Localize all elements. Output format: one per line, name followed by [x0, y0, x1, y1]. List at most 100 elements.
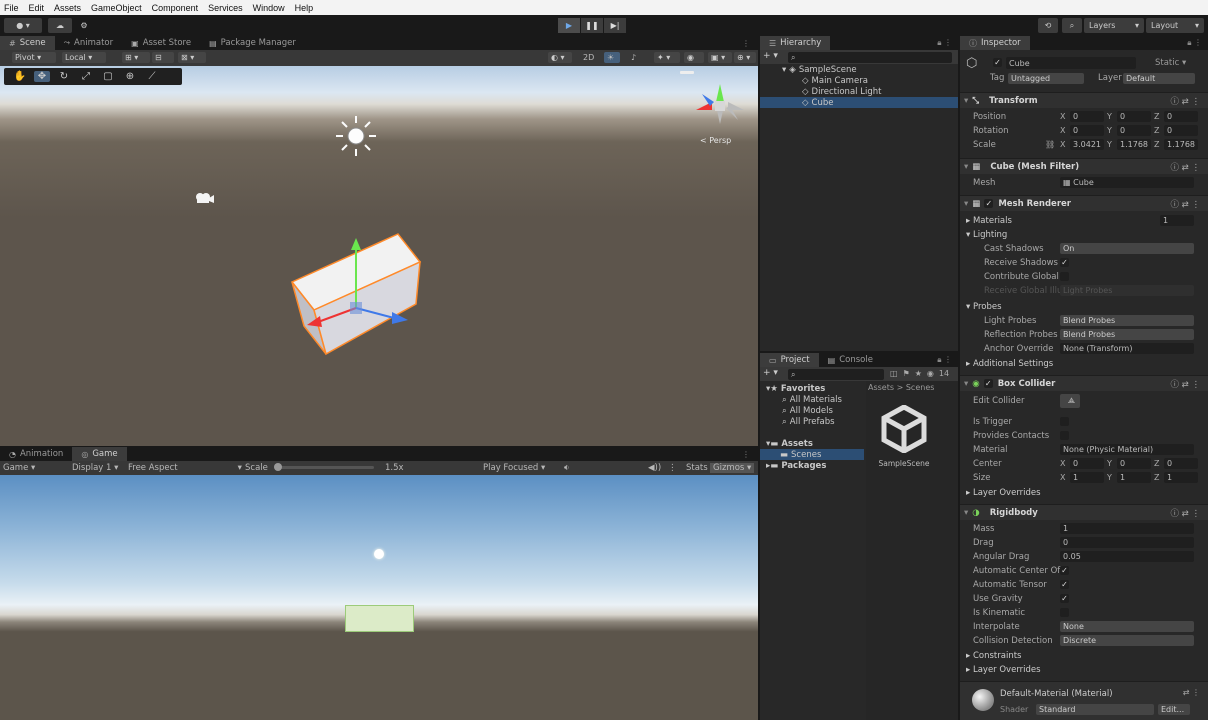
box-collider-enabled-checkbox[interactable]: ✓ — [983, 379, 993, 388]
scene-viewport[interactable]: ✋ ✥ ↻ ⤢ ▢ ⊕ ⟋ < Persp — [0, 66, 758, 446]
is-trigger-checkbox[interactable] — [1060, 417, 1069, 426]
menu-component[interactable]: Component — [152, 3, 199, 13]
center-x-input[interactable]: 0 — [1070, 458, 1104, 469]
unity-scene-icon[interactable] — [880, 405, 928, 453]
is-kinematic-checkbox[interactable] — [1060, 608, 1069, 617]
materials-count[interactable]: 1 — [1160, 215, 1194, 226]
component-menu-icons[interactable]: ⇄ ⋮ — [1183, 688, 1200, 697]
mesh-renderer-header[interactable]: ▾ ▦ ✓ Mesh Renderer ⓘ ⇄ ⋮ — [960, 195, 1208, 211]
tab-project[interactable]: ▭ Project — [760, 353, 819, 367]
menu-services[interactable]: Services — [208, 3, 243, 13]
lock-icon[interactable]: 🔒︎ ⋮ — [931, 36, 958, 50]
aspect-dropdown[interactable]: Free Aspect ▾ — [128, 463, 242, 473]
menu-help[interactable]: Help — [295, 3, 314, 13]
favorite-all-prefabs[interactable]: ⌕ All Prefabs — [760, 416, 864, 427]
collab-button[interactable]: ⚙ — [76, 18, 92, 33]
edit-collider-button[interactable]: ⟁ — [1060, 394, 1080, 408]
filter-type-icon[interactable]: ◫ — [890, 369, 898, 378]
drag-input[interactable]: 0 — [1060, 537, 1194, 548]
effects-dropdown[interactable]: ✦ ▾ — [654, 52, 680, 63]
mass-input[interactable]: 1 — [1060, 523, 1194, 534]
hidden-objects-button[interactable]: ◉ — [684, 52, 704, 63]
rotation-x-input[interactable]: 0 — [1070, 125, 1104, 136]
stats-button[interactable]: Stats — [686, 463, 708, 473]
size-x-input[interactable]: 1 — [1070, 472, 1104, 483]
rotation-y-input[interactable]: 0 — [1117, 125, 1151, 136]
tab-asset-store[interactable]: ▣ Asset Store — [122, 36, 200, 50]
lighting-foldout[interactable]: ▾ Lighting — [966, 230, 1007, 240]
tab-hierarchy[interactable]: ☰ Hierarchy — [760, 36, 831, 50]
lock-icon[interactable]: 🔒︎ ⋮ — [1181, 36, 1208, 50]
camera-gizmo[interactable] — [192, 190, 216, 206]
tab-game[interactable]: ◎ Game — [72, 447, 127, 461]
create-asset-button[interactable]: + ▾ — [763, 368, 778, 378]
snap-increment-button[interactable]: ⊟ — [152, 52, 174, 63]
tab-animator[interactable]: ⤳ Animator — [55, 36, 123, 50]
local-dropdown[interactable]: Local ▾ — [62, 52, 106, 63]
use-gravity-checkbox[interactable]: ✓ — [1060, 594, 1069, 603]
transform-tool-icon[interactable]: ⊕ — [122, 71, 138, 82]
component-menu-icons[interactable]: ⓘ ⇄ ⋮ — [1170, 378, 1200, 390]
filter-label-icon[interactable]: ⚑ — [903, 369, 910, 378]
rigidbody-layer-overrides-foldout[interactable]: ▸ Layer Overrides — [966, 665, 1041, 675]
layout-dropdown[interactable]: Layout ▾ — [1146, 18, 1204, 33]
grid-snap-button[interactable]: ⊞ ▾ — [122, 52, 150, 63]
mute-audio-icon[interactable]: ◀)) — [648, 463, 661, 473]
lighting-toggle[interactable]: ☀ — [604, 52, 620, 63]
position-y-input[interactable]: 0 — [1117, 111, 1151, 122]
hand-tool-icon[interactable]: ✋ — [12, 71, 28, 82]
active-checkbox[interactable]: ✓ — [993, 58, 1002, 67]
assets-folder[interactable]: ▾▬ Assets — [760, 438, 864, 449]
layer-dropdown[interactable]: Default — [1123, 73, 1195, 84]
lock-icon[interactable]: 🔒︎ ⋮ — [931, 353, 958, 367]
tree-item-main-camera[interactable]: ◇ Main Camera — [760, 75, 958, 86]
cloud-button[interactable]: ☁ — [48, 18, 72, 33]
game-mode-dropdown[interactable]: Game ▾ — [3, 463, 35, 473]
orientation-gizmo[interactable] — [692, 80, 748, 132]
size-y-input[interactable]: 1 — [1117, 472, 1151, 483]
mesh-filter-header[interactable]: ▾ ▦ Cube (Mesh Filter) ⓘ ⇄ ⋮ — [960, 158, 1208, 174]
play-button[interactable]: ▶ — [558, 18, 580, 33]
persp-label[interactable]: < Persp — [700, 136, 731, 145]
collision-detection-dropdown[interactable]: Discrete — [1060, 635, 1194, 646]
custom-tool-icon[interactable]: ⟋ — [144, 71, 160, 82]
tag-dropdown[interactable]: Untagged — [1008, 73, 1084, 84]
additional-settings-foldout[interactable]: ▸ Additional Settings — [966, 359, 1053, 369]
scale-x-input[interactable]: 3.0421 — [1070, 139, 1104, 150]
history-button[interactable]: ⟲ — [1038, 18, 1058, 33]
hierarchy-search-input[interactable]: ⌕ — [788, 52, 952, 63]
scale-tool-icon[interactable]: ⤢ — [78, 71, 94, 82]
menu-gameobject[interactable]: GameObject — [91, 3, 142, 13]
pause-button[interactable]: ❚❚ — [581, 18, 603, 33]
move-tool-icon[interactable]: ✥ — [34, 71, 50, 82]
tree-item-cube[interactable]: ◇ Cube — [760, 97, 958, 108]
search-button[interactable]: ⌕ — [1062, 18, 1082, 33]
game-viewport[interactable] — [0, 475, 758, 720]
menu-assets[interactable]: Assets — [54, 3, 81, 13]
settings-icon[interactable]: ⋮ — [668, 463, 677, 473]
size-z-input[interactable]: 1 — [1164, 472, 1198, 483]
provides-contacts-checkbox[interactable] — [1060, 431, 1069, 440]
draw-mode-button[interactable]: ◐ ▾ — [548, 52, 572, 63]
project-search-input[interactable]: ⌕ — [788, 369, 884, 380]
tab-console[interactable]: ▤ Console — [819, 353, 882, 367]
directional-light-gizmo[interactable] — [334, 114, 378, 158]
constraints-foldout[interactable]: ▸ Constraints — [966, 651, 1021, 661]
probes-foldout[interactable]: ▾ Probes — [966, 302, 1002, 312]
receive-gi-dropdown[interactable]: Light Probes — [1060, 285, 1194, 296]
play-focused-dropdown[interactable]: Play Focused ▾ — [483, 463, 545, 473]
reflection-probes-dropdown[interactable]: Blend Probes — [1060, 329, 1194, 340]
star-icon[interactable]: ★ — [915, 369, 922, 378]
tree-item-scene[interactable]: ▾ ◈ SampleScene — [760, 64, 958, 75]
scale-y-input[interactable]: 1.1768 — [1117, 139, 1151, 150]
scale-slider-thumb[interactable] — [274, 463, 282, 471]
gizmos-dropdown[interactable]: ⊕ ▾ — [734, 52, 756, 63]
auto-center-checkbox[interactable]: ✓ — [1060, 566, 1069, 575]
position-x-input[interactable]: 0 — [1070, 111, 1104, 122]
audio-mute-icon[interactable]: 🔉︎ — [564, 463, 569, 473]
tab-package-manager[interactable]: ▤ Package Manager — [200, 36, 305, 50]
box-collider-header[interactable]: ▾ ◉ ✓ Box Collider ⓘ ⇄ ⋮ — [960, 375, 1208, 391]
rotation-z-input[interactable]: 0 — [1164, 125, 1198, 136]
favorites-header[interactable]: ▾★ Favorites — [760, 383, 864, 394]
collider-material-field[interactable]: None (Physic Material) — [1060, 444, 1194, 455]
